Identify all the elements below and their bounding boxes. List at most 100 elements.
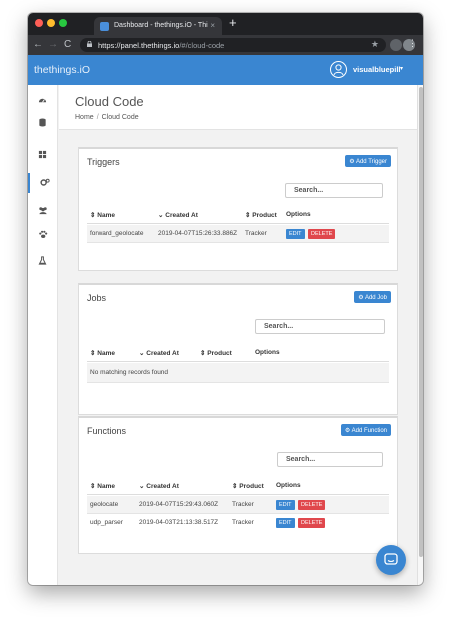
triggers-title: Triggers <box>87 157 120 167</box>
row-product: Tracker <box>232 519 254 526</box>
delete-button[interactable]: DELETE <box>298 518 326 528</box>
jobs-table: ⇕ Name ⌄ Created At ⇕ Product Options No… <box>87 349 389 399</box>
url-host: https://panel.thethings.io <box>98 41 180 50</box>
users-icon <box>39 207 47 215</box>
dashboard-icon <box>38 98 47 103</box>
sidebar-item-grid[interactable] <box>28 145 58 165</box>
username[interactable]: visualbluepill <box>353 65 401 74</box>
col-header-created-at[interactable]: ⌄ Created At <box>139 482 179 490</box>
minimize-window-dot[interactable] <box>47 19 55 27</box>
sidebar-item-database[interactable] <box>28 113 58 133</box>
bookmark-star-icon[interactable]: ★ <box>371 39 379 50</box>
table-row: forward_geolocate 2019-04-07T15:26:33.88… <box>87 225 389 243</box>
back-arrow-icon[interactable]: ← <box>33 39 43 50</box>
breadcrumb: Home / Cloud Code <box>75 114 139 121</box>
delete-button[interactable]: DELETE <box>298 500 326 510</box>
maximize-window-dot[interactable] <box>59 19 67 27</box>
breadcrumb-home[interactable]: Home <box>75 114 94 121</box>
table-row: geolocate 2019-04-07T15:29:43.060Z Track… <box>87 496 389 514</box>
sidebar <box>28 85 58 585</box>
triggers-card: Triggers ⚙ Add Trigger Search... ⇕ Name … <box>78 147 398 271</box>
close-window-dot[interactable] <box>35 19 43 27</box>
chat-icon <box>384 553 398 565</box>
database-icon <box>39 118 46 127</box>
col-header-options: Options <box>255 349 280 356</box>
functions-table: ⇕ Name ⌄ Created At ⇕ Product Options ge… <box>87 482 389 546</box>
row-product: Tracker <box>245 230 267 237</box>
add-trigger-label: Add Trigger <box>355 159 387 165</box>
empty-message: No matching records found <box>90 369 169 376</box>
col-header-name[interactable]: ⇕ Name <box>90 482 115 490</box>
triggers-table: ⇕ Name ⌄ Created At ⇕ Product Options fo… <box>87 211 389 257</box>
add-function-button[interactable]: ⚙ Add Function <box>340 424 391 436</box>
flask-icon <box>38 256 47 265</box>
user-dropdown-caret-icon[interactable]: ▾ <box>400 65 403 72</box>
sidebar-item-cloud-code[interactable] <box>28 173 58 193</box>
edit-button[interactable]: EDIT <box>276 500 295 510</box>
col-header-name[interactable]: ⇕ Name <box>90 349 115 357</box>
extension-icon[interactable] <box>390 39 402 51</box>
breadcrumb-current: Cloud Code <box>101 114 139 121</box>
browser-menu-icon[interactable]: ⋮ <box>408 38 417 49</box>
url-input[interactable]: https://panel.thethings.io/#/cloud-code … <box>80 38 386 52</box>
row-created: 2019-04-07T15:29:43.060Z <box>139 501 219 508</box>
url-path: /#/cloud-code <box>179 41 225 50</box>
sidebar-item-users[interactable] <box>28 201 58 221</box>
header-divider <box>87 494 389 495</box>
breadcrumb-separator: / <box>96 114 99 121</box>
empty-row: No matching records found <box>87 363 389 383</box>
edit-button[interactable]: EDIT <box>276 518 295 528</box>
row-product: Tracker <box>232 501 254 508</box>
col-header-product[interactable]: ⇕ Product <box>200 349 232 357</box>
sidebar-item-dashboard[interactable] <box>28 91 58 111</box>
tab-title: Dashboard - thethings.iO - Thi <box>114 22 208 29</box>
col-header-product[interactable]: ⇕ Product <box>232 482 264 490</box>
user-avatar-icon[interactable] <box>330 61 347 78</box>
edit-button[interactable]: EDIT <box>286 229 305 239</box>
chat-launcher-button[interactable] <box>376 545 406 575</box>
functions-card: Functions ⚙ Add Function Search... ⇕ Nam… <box>78 416 398 554</box>
col-header-options: Options <box>286 211 311 218</box>
cogs-icon <box>40 178 50 186</box>
functions-search-input[interactable]: Search... <box>277 452 383 467</box>
row-created: 2019-04-07T15:26:33.886Z <box>158 230 238 237</box>
jobs-card: Jobs ⚙ Add Job Search... ⇕ Name ⌄ Create… <box>78 283 398 415</box>
header-divider <box>87 223 389 224</box>
row-name: geolocate <box>90 501 119 508</box>
col-header-created-at[interactable]: ⌄ Created At <box>158 211 198 219</box>
browser-tab[interactable]: Dashboard - thethings.iO - Thi × <box>94 17 222 35</box>
favicon-icon <box>100 22 109 31</box>
col-header-created-at[interactable]: ⌄ Created At <box>139 349 179 357</box>
triggers-search-input[interactable]: Search... <box>285 183 383 198</box>
page-title: Cloud Code <box>75 94 144 109</box>
sidebar-item-lab[interactable] <box>28 251 58 271</box>
page-header: Cloud Code Home / Cloud Code <box>59 85 417 130</box>
lock-icon <box>87 41 92 47</box>
row-divider <box>87 382 389 383</box>
col-header-product[interactable]: ⇕ Product <box>245 211 277 219</box>
address-bar: ← → C https://panel.thethings.io/#/cloud… <box>28 35 423 55</box>
thethings-logo[interactable]: thethings.iO <box>34 64 90 76</box>
tab-close-icon[interactable]: × <box>210 21 215 30</box>
row-created: 2019-04-03T21:13:38.517Z <box>139 519 219 526</box>
table-row: udp_parser 2019-04-03T21:13:38.517Z Trac… <box>87 514 389 532</box>
delete-button[interactable]: DELETE <box>308 229 336 239</box>
sidebar-item-things[interactable] <box>28 225 58 245</box>
add-job-button[interactable]: ⚙ Add Job <box>354 291 391 303</box>
row-divider <box>87 242 389 243</box>
tab-bar: Dashboard - thethings.iO - Thi × + <box>28 13 423 35</box>
reload-icon[interactable]: C <box>64 39 71 50</box>
forward-arrow-icon[interactable]: → <box>48 39 58 50</box>
jobs-search-input[interactable]: Search... <box>255 319 385 334</box>
col-header-name[interactable]: ⇕ Name <box>90 211 115 219</box>
add-job-label: Add Job <box>364 295 387 301</box>
add-trigger-button[interactable]: ⚙ Add Trigger <box>345 155 391 167</box>
app-header: thethings.iO visualbluepill ▾ <box>28 55 423 85</box>
header-divider <box>87 361 389 362</box>
jobs-title: Jobs <box>87 293 107 303</box>
browser-window: Dashboard - thethings.iO - Thi × + ← → C… <box>28 13 423 585</box>
new-tab-button[interactable]: + <box>229 15 237 30</box>
page-scrollbar[interactable] <box>417 85 423 585</box>
col-header-options: Options <box>276 482 301 489</box>
scrollbar-thumb[interactable] <box>419 87 423 557</box>
